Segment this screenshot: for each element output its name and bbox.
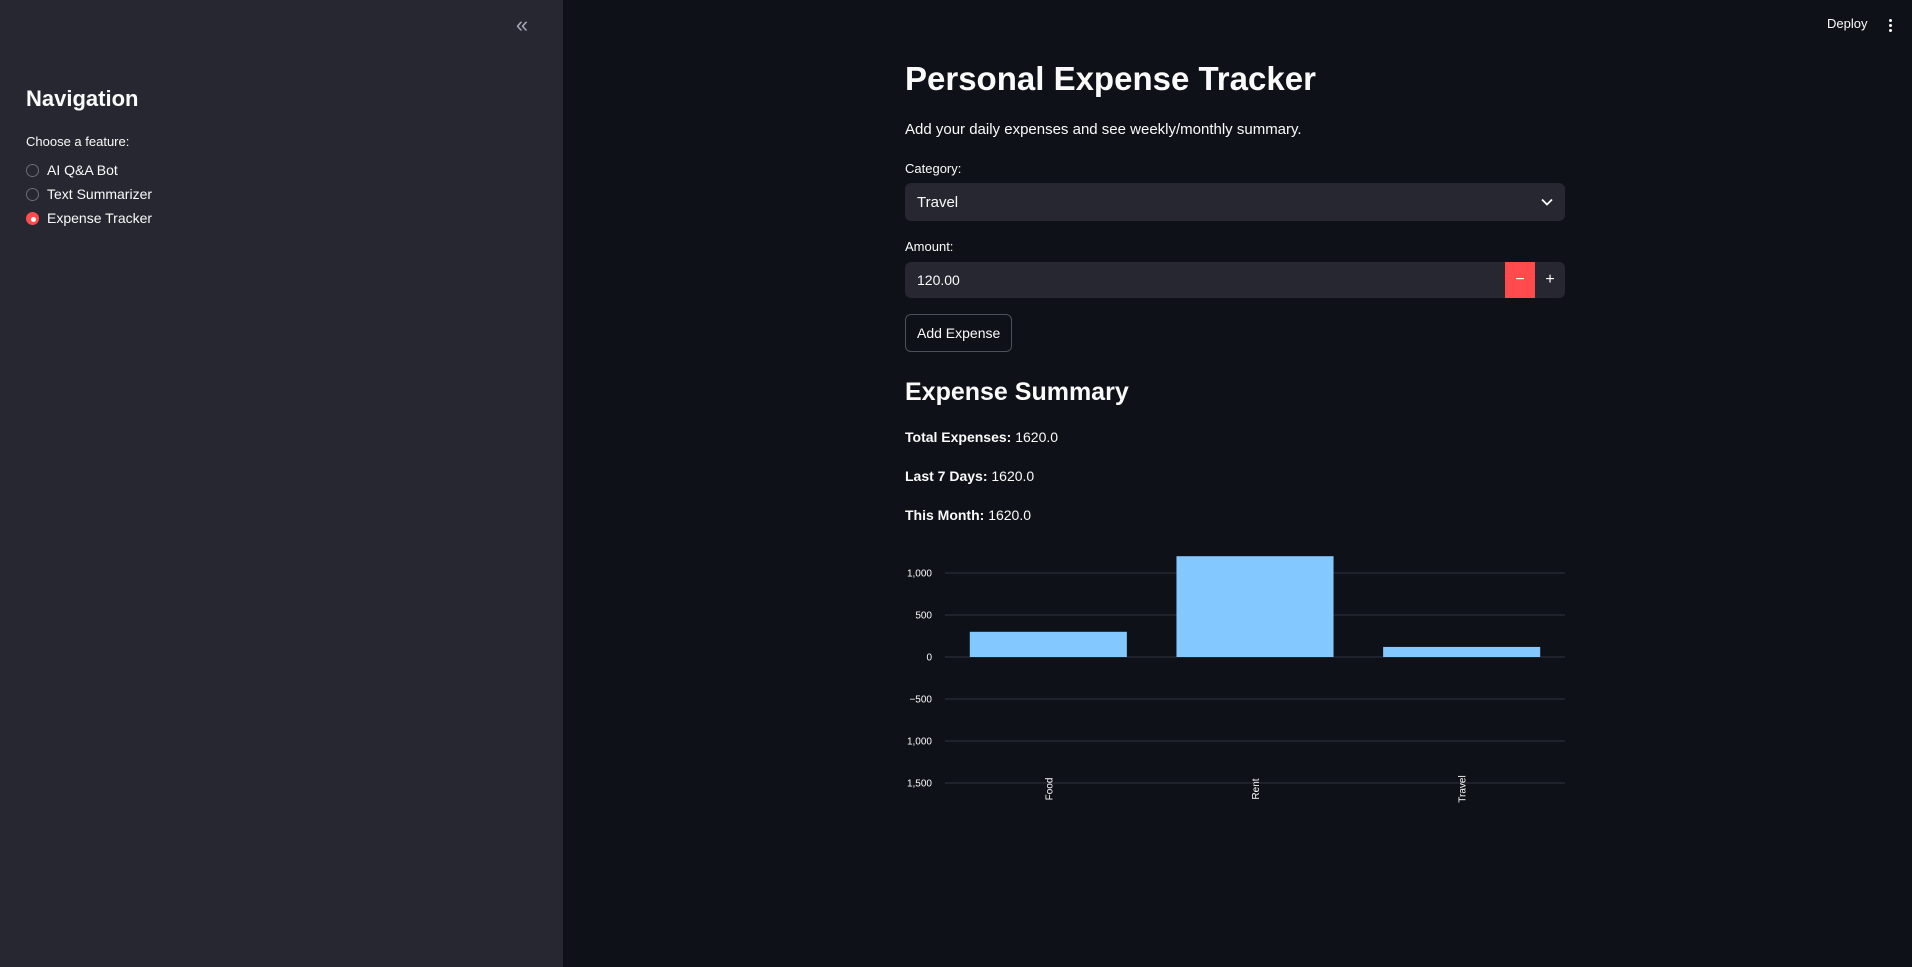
- sidebar-title: Navigation: [26, 86, 139, 111]
- menu-dot: [1888, 23, 1892, 27]
- chevron-down-icon: [1541, 198, 1553, 206]
- chart-bar-travel[interactable]: [1383, 646, 1541, 657]
- radio-option-label: AI Q&A Bot: [47, 162, 118, 178]
- x-tick-label: Travel: [1458, 775, 1469, 802]
- page-subtitle: Add your daily expenses and see weekly/m…: [905, 121, 1302, 138]
- amount-label: Amount:: [905, 239, 954, 254]
- menu-dot: [1888, 28, 1892, 32]
- chart-bar-food[interactable]: [969, 631, 1127, 657]
- deploy-button[interactable]: Deploy: [1827, 16, 1867, 31]
- y-tick-label: 1,000: [907, 737, 932, 748]
- sidebar: « Navigation Choose a feature: AI Q&A Bo…: [0, 0, 563, 967]
- expense-bar-chart: 1,000 500 0 −500 1,000 1,500 Food Rent Travel: [907, 556, 1565, 803]
- y-tick-label: 500: [915, 611, 932, 622]
- y-tick-label: 1,000: [907, 569, 932, 580]
- y-tick-label: 1,500: [907, 779, 932, 790]
- stat-value: 1620.0: [988, 507, 1032, 523]
- category-select[interactable]: Travel: [905, 183, 1565, 221]
- category-select-value: Travel: [917, 193, 959, 211]
- stat-total-expenses: Total Expenses: 1620.0: [905, 429, 1058, 445]
- page-title: Personal Expense Tracker: [905, 60, 1316, 97]
- radio-group-label: Choose a feature:: [26, 134, 130, 149]
- kebab-menu-icon[interactable]: [1885, 14, 1895, 36]
- radio-button-icon[interactable]: [26, 187, 39, 201]
- stat-label: This Month:: [905, 507, 985, 523]
- amount-number-input: 120.00 − +: [905, 262, 1565, 298]
- radio-button-icon[interactable]: [26, 163, 39, 177]
- add-expense-button[interactable]: Add Expense: [905, 314, 1013, 352]
- radio-button-selected-icon[interactable]: [26, 211, 39, 225]
- radio-option-label: Expense Tracker: [47, 210, 153, 226]
- summary-title: Expense Summary: [905, 378, 1129, 406]
- radio-option-expense-tracker[interactable]: Expense Tracker: [26, 206, 152, 230]
- feature-radio-group: AI Q&A Bot Text Summarizer Expense Track…: [26, 158, 152, 230]
- amount-input[interactable]: 120.00: [905, 262, 1505, 298]
- category-label: Category:: [905, 161, 962, 176]
- stat-value: 1620.0: [1015, 429, 1059, 445]
- stat-label: Total Expenses:: [905, 429, 1012, 445]
- x-tick-label: Food: [1044, 778, 1055, 801]
- collapse-sidebar-icon[interactable]: «: [511, 12, 533, 38]
- y-tick-label: −500: [909, 695, 932, 706]
- stat-label: Last 7 Days:: [905, 468, 988, 484]
- y-tick-label: 0: [926, 653, 932, 664]
- stat-last-7-days: Last 7 Days: 1620.0: [905, 468, 1034, 484]
- stat-value: 1620.0: [991, 468, 1035, 484]
- increment-button[interactable]: +: [1535, 262, 1565, 298]
- decrement-button[interactable]: −: [1505, 262, 1535, 298]
- chart-bar-rent[interactable]: [1176, 556, 1334, 657]
- menu-dot: [1888, 18, 1892, 22]
- radio-option-text-summarizer[interactable]: Text Summarizer: [26, 182, 152, 206]
- radio-option-ai-qa-bot[interactable]: AI Q&A Bot: [26, 158, 152, 182]
- x-tick-label: Rent: [1251, 778, 1262, 799]
- radio-option-label: Text Summarizer: [47, 186, 153, 202]
- stat-this-month: This Month: 1620.0: [905, 507, 1031, 523]
